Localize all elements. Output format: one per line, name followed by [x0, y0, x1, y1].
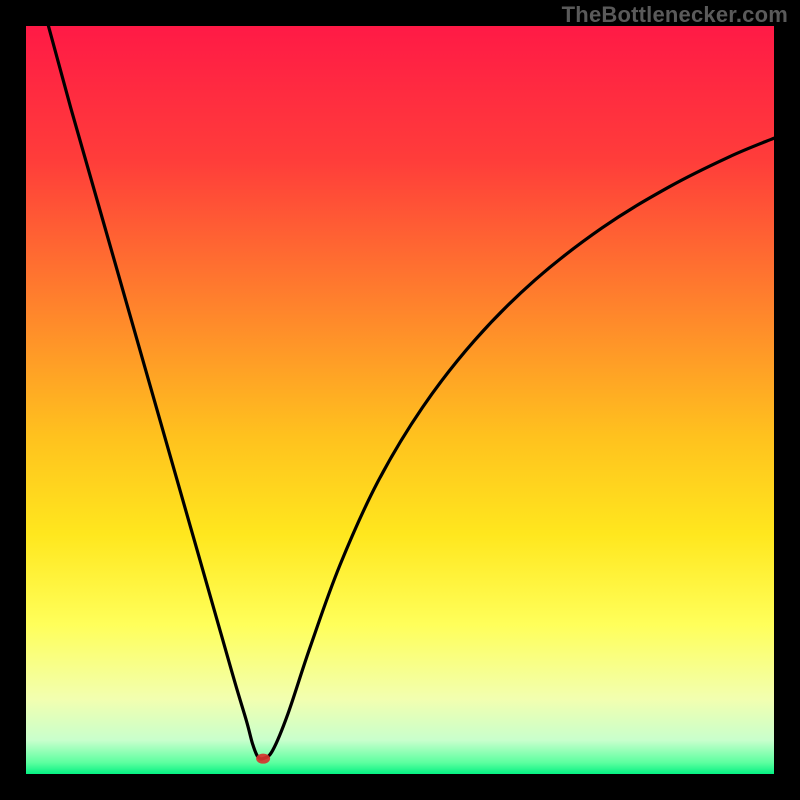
- chart-svg: [26, 26, 774, 774]
- gradient-background: [26, 26, 774, 774]
- marker-dot: [256, 754, 270, 764]
- watermark-text: TheBottlenecker.com: [562, 2, 788, 28]
- plot-area: [26, 26, 774, 774]
- chart-frame: TheBottlenecker.com: [0, 0, 800, 800]
- plot-inner: [26, 26, 774, 774]
